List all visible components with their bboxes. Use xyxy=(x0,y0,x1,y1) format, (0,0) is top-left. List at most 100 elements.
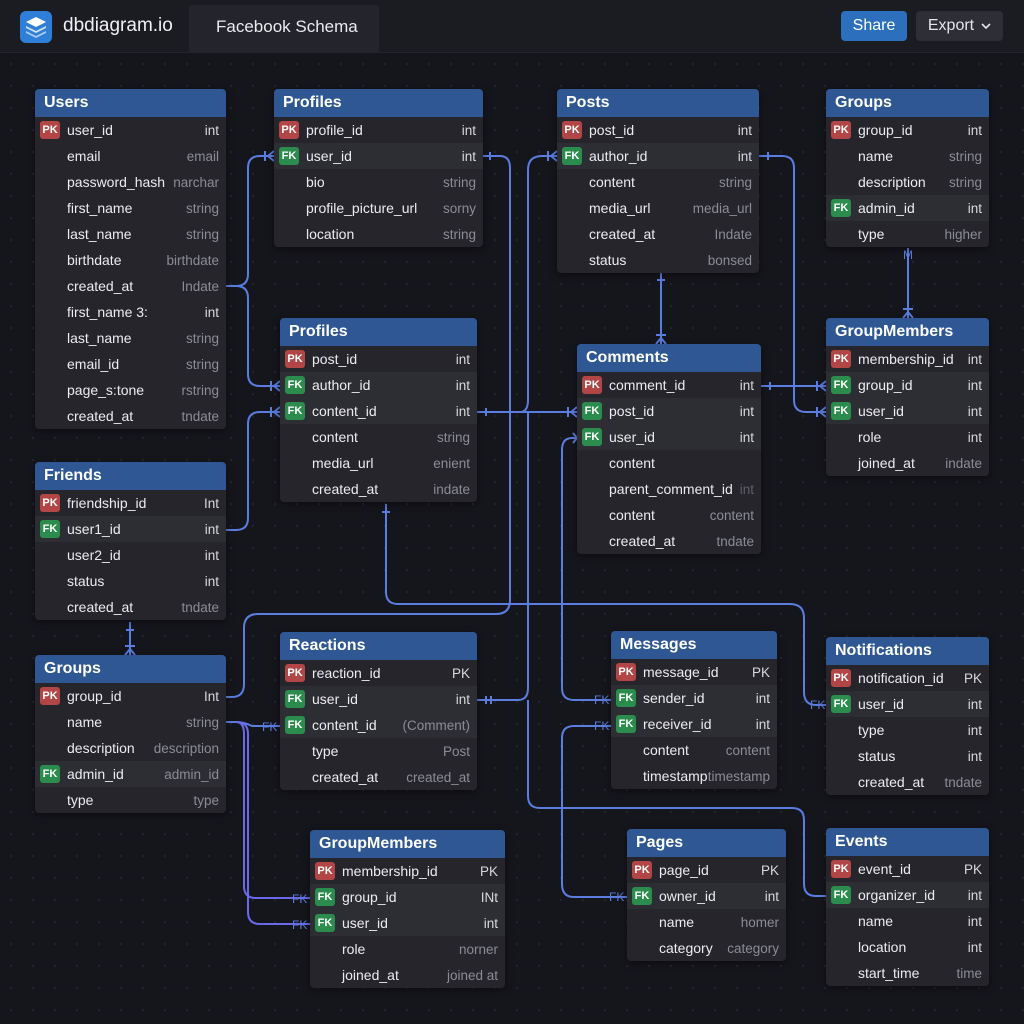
table-header[interactable]: Friends xyxy=(35,462,226,490)
table-row[interactable]: created_at tndate xyxy=(35,594,226,620)
table-row[interactable]: PK reaction_id PK xyxy=(280,660,477,686)
table-row[interactable]: last_name string xyxy=(35,221,226,247)
table-row[interactable]: birthdate birthdate xyxy=(35,247,226,273)
table-events[interactable]: Events PK event_id PK FK organizer_id int name i… xyxy=(826,828,989,986)
table-row[interactable]: PK membership_id PK xyxy=(310,858,505,884)
table-row[interactable]: content content xyxy=(611,737,777,763)
table-groups[interactable]: Groups PK group_id Int name string description… xyxy=(35,655,226,813)
table-row[interactable]: FK admin_id int xyxy=(826,195,989,221)
table-row[interactable]: created_at tndate xyxy=(35,403,226,429)
table-row[interactable]: name int xyxy=(826,908,989,934)
table-row[interactable]: timestamp timestamp xyxy=(611,763,777,789)
table-pages[interactable]: Pages PK page_id PK FK owner_id int name homer ca… xyxy=(627,829,786,961)
table-header[interactable]: GroupMembers xyxy=(826,318,989,346)
table-row[interactable]: created_at tndate xyxy=(826,769,989,795)
table-row[interactable]: status bonsed xyxy=(557,247,759,273)
table-row[interactable]: email email xyxy=(35,143,226,169)
table-row[interactable]: FK user_id int xyxy=(274,143,483,169)
table-header[interactable]: Profiles xyxy=(274,89,483,117)
table-row[interactable]: FK user_id int xyxy=(826,691,989,717)
table-row[interactable]: FK post_id int xyxy=(577,398,761,424)
table-row[interactable]: type int xyxy=(826,717,989,743)
table-row[interactable]: bio string xyxy=(274,169,483,195)
table-row[interactable]: profile_picture_url sorny xyxy=(274,195,483,221)
table-row[interactable]: password_hash narchar xyxy=(35,169,226,195)
table-row[interactable]: content string xyxy=(280,424,477,450)
table-profiles[interactable]: Profiles PK post_id int FK author_id int FK cont… xyxy=(280,318,477,502)
table-row[interactable]: type higher xyxy=(826,221,989,247)
table-row[interactable]: created_at created_at xyxy=(280,764,477,790)
table-row[interactable]: start_time time xyxy=(826,960,989,986)
table-row[interactable]: created_at Indate xyxy=(35,273,226,299)
table-header[interactable]: Groups xyxy=(826,89,989,117)
table-row[interactable]: FK owner_id int xyxy=(627,883,786,909)
table-friends[interactable]: Friends PK friendship_id Int FK user1_id int us… xyxy=(35,462,226,620)
table-row[interactable]: FK content_id int xyxy=(280,398,477,424)
table-row[interactable]: FK author_id int xyxy=(557,143,759,169)
table-row[interactable]: media_url media_url xyxy=(557,195,759,221)
share-button[interactable]: Share xyxy=(841,11,907,41)
table-row[interactable]: location string xyxy=(274,221,483,247)
table-header[interactable]: Reactions xyxy=(280,632,477,660)
table-header[interactable]: Groups xyxy=(35,655,226,683)
table-row[interactable]: FK content_id (Comment) xyxy=(280,712,477,738)
table-row[interactable]: FK admin_id admin_id xyxy=(35,761,226,787)
table-row[interactable]: content string xyxy=(557,169,759,195)
table-row[interactable]: PK membership_id int xyxy=(826,346,989,372)
table-row[interactable]: joined_at indate xyxy=(826,450,989,476)
table-row[interactable]: created_at Indate xyxy=(557,221,759,247)
table-messages[interactable]: Messages PK message_id PK FK sender_id int FK re… xyxy=(611,631,777,789)
table-row[interactable]: media_url enient xyxy=(280,450,477,476)
table-header[interactable]: Messages xyxy=(611,631,777,659)
table-row[interactable]: PK group_id int xyxy=(826,117,989,143)
table-row[interactable]: FK organizer_id int xyxy=(826,882,989,908)
table-row[interactable]: description string xyxy=(826,169,989,195)
table-notifications[interactable]: Notifications PK notification_id PK FK user_i… xyxy=(826,637,989,795)
table-row[interactable]: email_id string xyxy=(35,351,226,377)
table-comments[interactable]: Comments PK comment_id int FK post_id int FK use… xyxy=(577,344,761,554)
table-row[interactable]: status int xyxy=(826,743,989,769)
table-row[interactable]: category category xyxy=(627,935,786,961)
export-button[interactable]: Export xyxy=(916,11,1003,41)
table-row[interactable]: status int xyxy=(35,568,226,594)
table-row[interactable]: PK group_id Int xyxy=(35,683,226,709)
table-row[interactable]: name string xyxy=(826,143,989,169)
table-header[interactable]: Events xyxy=(826,828,989,856)
table-row[interactable]: FK user_id int xyxy=(280,686,477,712)
table-row[interactable]: PK comment_id int xyxy=(577,372,761,398)
table-row[interactable]: last_name string xyxy=(35,325,226,351)
table-header[interactable]: Comments xyxy=(577,344,761,372)
table-header[interactable]: GroupMembers xyxy=(310,830,505,858)
table-row[interactable]: page_s:tone rstring xyxy=(35,377,226,403)
table-row[interactable]: FK group_id INt xyxy=(310,884,505,910)
dbdiagram-logo-icon[interactable] xyxy=(20,11,52,43)
table-row[interactable]: PK post_id int xyxy=(280,346,477,372)
table-users[interactable]: Users PK user_id int email email password_hash… xyxy=(35,89,226,429)
table-groupmembers[interactable]: GroupMembers PK membership_id PK FK group_id I… xyxy=(310,830,505,988)
table-row[interactable]: type type xyxy=(35,787,226,813)
table-row[interactable]: FK sender_id int xyxy=(611,685,777,711)
table-row[interactable]: description description xyxy=(35,735,226,761)
table-row[interactable]: content xyxy=(577,450,761,476)
table-row[interactable]: role int xyxy=(826,424,989,450)
table-row[interactable]: FK user1_id int xyxy=(35,516,226,542)
table-row[interactable]: PK friendship_id Int xyxy=(35,490,226,516)
table-groupmembers[interactable]: GroupMembers PK membership_id int FK group_id… xyxy=(826,318,989,476)
table-header[interactable]: Users xyxy=(35,89,226,117)
table-row[interactable]: PK message_id PK xyxy=(611,659,777,685)
tab-facebook-schema[interactable]: Facebook Schema xyxy=(189,5,379,52)
table-reactions[interactable]: Reactions PK reaction_id PK FK user_id int FK co… xyxy=(280,632,477,790)
table-row[interactable]: FK user_id int xyxy=(310,910,505,936)
table-row[interactable]: content content xyxy=(577,502,761,528)
table-row[interactable]: joined_at joined at xyxy=(310,962,505,988)
table-row[interactable]: FK group_id int xyxy=(826,372,989,398)
table-groups[interactable]: Groups PK group_id int name string description… xyxy=(826,89,989,247)
table-row[interactable]: parent_comment_id int xyxy=(577,476,761,502)
table-row[interactable]: FK receiver_id int xyxy=(611,711,777,737)
table-row[interactable]: user2_id int xyxy=(35,542,226,568)
table-row[interactable]: location int xyxy=(826,934,989,960)
table-row[interactable]: first_name 3: int xyxy=(35,299,226,325)
table-header[interactable]: Pages xyxy=(627,829,786,857)
table-row[interactable]: created_at tndate xyxy=(577,528,761,554)
table-posts[interactable]: Posts PK post_id int FK author_id int content st… xyxy=(557,89,759,273)
